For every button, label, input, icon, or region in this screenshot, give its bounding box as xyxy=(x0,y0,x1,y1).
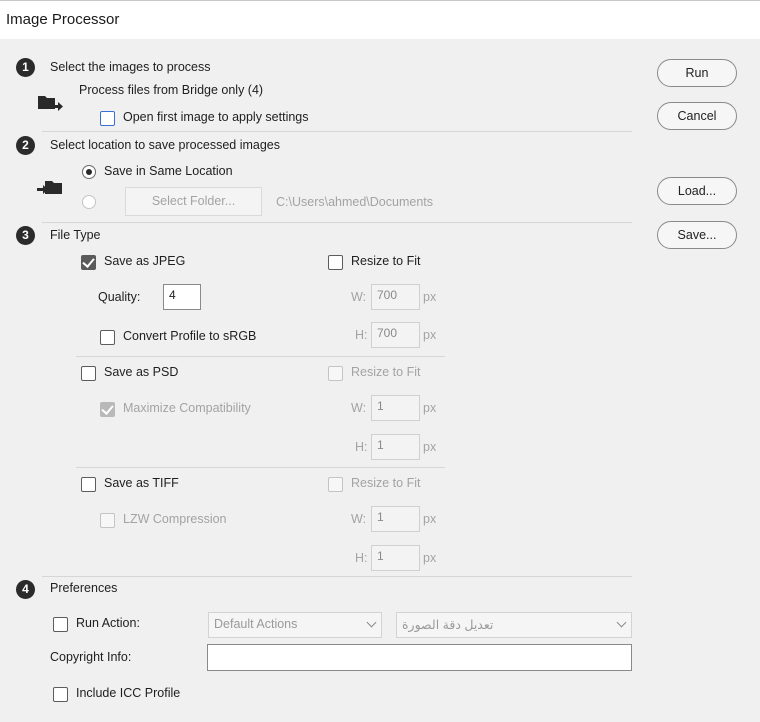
save-same-location-label: Save in Same Location xyxy=(104,164,233,178)
quality-input[interactable]: 4 xyxy=(163,284,201,310)
run-button[interactable]: Run xyxy=(657,59,737,87)
folder-arrow-icon xyxy=(37,181,62,194)
divider xyxy=(76,356,445,357)
save-settings-button[interactable]: Save... xyxy=(657,221,737,249)
step-1-badge: 1 xyxy=(16,58,35,77)
run-action-label: Run Action: xyxy=(76,616,140,630)
save-as-tiff-checkbox[interactable] xyxy=(81,477,96,492)
source-label: Process files from Bridge only (4) xyxy=(79,83,264,97)
save-as-tiff-label: Save as TIFF xyxy=(104,476,179,490)
divider xyxy=(42,576,632,577)
divider xyxy=(76,467,445,468)
psd-resize-checkbox[interactable] xyxy=(328,366,343,381)
psd-height-unit: px xyxy=(423,440,437,454)
tiff-width-input[interactable]: 1 xyxy=(371,506,420,532)
save-as-jpeg-checkbox[interactable] xyxy=(81,255,96,270)
select-folder-button[interactable]: Select Folder... xyxy=(125,187,262,216)
select-folder-radio[interactable] xyxy=(82,195,96,209)
section2-heading: Select location to save processed images xyxy=(50,138,280,152)
jpeg-height-input[interactable]: 700 xyxy=(371,322,420,348)
step-2-badge: 2 xyxy=(16,136,35,155)
save-as-psd-checkbox[interactable] xyxy=(81,366,96,381)
destination-path: C:\Users\ahmed\Documents xyxy=(276,195,434,209)
convert-srgb-checkbox[interactable] xyxy=(100,330,115,345)
save-as-psd-label: Save as PSD xyxy=(104,365,179,379)
save-as-jpeg-label: Save as JPEG xyxy=(104,254,186,268)
psd-width-unit: px xyxy=(423,401,437,415)
jpeg-width-label: W: xyxy=(351,290,367,304)
maximize-compatibility-checkbox[interactable] xyxy=(100,402,115,417)
jpeg-height-unit: px xyxy=(423,328,437,342)
jpeg-width-unit: px xyxy=(423,290,437,304)
tiff-height-unit: px xyxy=(423,551,437,565)
copyright-label: Copyright Info: xyxy=(50,650,132,664)
tiff-height-label: H: xyxy=(355,551,368,565)
divider xyxy=(42,222,632,223)
section1-heading: Select the images to process xyxy=(50,60,211,74)
divider xyxy=(42,131,632,132)
include-icc-checkbox[interactable] xyxy=(53,687,68,702)
action-set-select[interactable]: Default Actions xyxy=(208,612,382,638)
tiff-height-input[interactable]: 1 xyxy=(371,545,420,571)
lzw-compression-label: LZW Compression xyxy=(123,512,227,526)
tiff-resize-label: Resize to Fit xyxy=(351,476,421,490)
jpeg-width-input[interactable]: 700 xyxy=(371,284,420,310)
jpeg-resize-label: Resize to Fit xyxy=(351,254,421,268)
maximize-compatibility-label: Maximize Compatibility xyxy=(123,401,251,415)
quality-label: Quality: xyxy=(98,290,141,304)
load-button[interactable]: Load... xyxy=(657,177,737,205)
copyright-input[interactable] xyxy=(207,644,632,671)
step-3-badge: 3 xyxy=(16,226,35,245)
include-icc-label: Include ICC Profile xyxy=(76,686,181,700)
chevron-down-icon xyxy=(366,617,377,628)
psd-resize-label: Resize to Fit xyxy=(351,365,421,379)
lzw-compression-checkbox[interactable] xyxy=(100,513,115,528)
window-title: Image Processor xyxy=(6,11,120,28)
open-first-image-label: Open first image to apply settings xyxy=(123,110,309,124)
psd-height-label: H: xyxy=(355,440,368,454)
tiff-width-label: W: xyxy=(351,512,367,526)
folder-arrow-icon xyxy=(38,96,63,111)
action-set-value: Default Actions xyxy=(214,617,298,631)
step-4-badge: 4 xyxy=(16,580,35,599)
action-name-value: تعديل دقة الصورة xyxy=(402,618,494,632)
cancel-button[interactable]: Cancel xyxy=(657,102,737,130)
section4-heading: Preferences xyxy=(50,581,118,595)
chevron-down-icon xyxy=(616,617,627,628)
jpeg-resize-checkbox[interactable] xyxy=(328,255,343,270)
psd-height-input[interactable]: 1 xyxy=(371,434,420,460)
tiff-resize-checkbox[interactable] xyxy=(328,477,343,492)
section3-heading: File Type xyxy=(50,228,101,242)
psd-width-input[interactable]: 1 xyxy=(371,395,420,421)
convert-srgb-label: Convert Profile to sRGB xyxy=(123,329,257,343)
save-same-location-radio[interactable] xyxy=(82,165,96,179)
psd-width-label: W: xyxy=(351,401,367,415)
run-action-checkbox[interactable] xyxy=(53,617,68,632)
tiff-width-unit: px xyxy=(423,512,437,526)
open-first-image-checkbox[interactable] xyxy=(100,111,115,126)
jpeg-height-label: H: xyxy=(355,328,368,342)
action-name-select[interactable]: تعديل دقة الصورة xyxy=(396,612,632,638)
